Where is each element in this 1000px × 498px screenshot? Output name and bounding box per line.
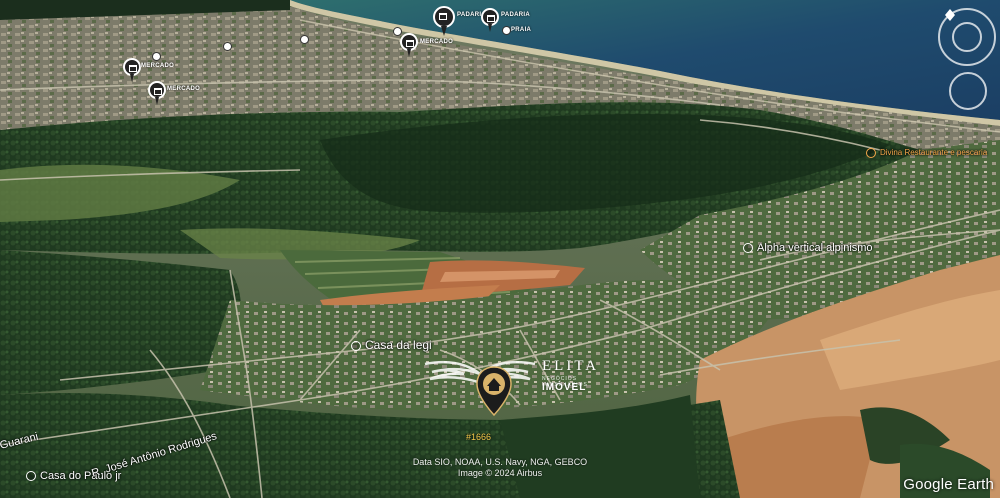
place-divina[interactable]: Divina Restaurante e pescaria [866,148,987,158]
zoom-control[interactable] [949,72,987,110]
compass-control[interactable] [938,8,996,66]
praia-label: PRAIA [511,27,532,33]
place-alpha-vertical[interactable]: Alpha vertical alpinismo [743,242,873,254]
poi-pin-small[interactable] [223,42,232,51]
property-pin-icon[interactable] [475,365,513,417]
poi-pin-small[interactable] [152,52,161,61]
brand-subname: IMÓVEL [542,382,587,393]
place-casa-da-legi[interactable]: Casa da legi [351,338,432,352]
place-marker-icon [26,471,36,482]
north-arrow-icon [945,9,955,21]
mercado-pin-3[interactable] [123,58,141,82]
brand-name: ELITA [542,358,600,374]
padaria-pin-2[interactable] [481,8,499,32]
attribution-line-1: Data SIO, NOAA, U.S. Navy, NGA, GEBCO [412,457,588,467]
place-marker-icon [866,148,876,158]
place-marker-icon [743,243,753,254]
place-alpha-vertical-label: Alpha vertical alpinismo [757,242,873,254]
mercado-label-3: MERCADO [141,63,175,69]
mercado-pin-2[interactable] [148,81,166,105]
place-divina-label: Divina Restaurante e pescaria [880,148,988,158]
map-view[interactable]: PADARIA PADARIA MERCADO MERCADO MERCADO … [0,0,1000,498]
lot-label: #1666 [466,432,492,442]
place-marker-icon [351,340,361,351]
map-attribution: Data SIO, NOAA, U.S. Navy, NGA, GEBCO Im… [400,457,600,479]
mercado-label-2: MERCADO [167,86,201,92]
compass-inner-ring [952,22,982,52]
mercado-label: MERCADO [420,39,454,45]
zoom-icon [949,72,987,110]
padaria-label-2: PADARIA [501,12,530,18]
bakery-icon [433,6,455,28]
poi-pin-small[interactable] [393,27,402,36]
mercado-pin[interactable] [400,33,418,57]
google-earth-logo: Google Earth [903,476,994,493]
place-casa-da-legi-label: Casa da legi [365,338,432,352]
attribution-line-2: Image © 2024 Airbus [457,468,543,478]
praia-pin[interactable] [502,26,511,35]
poi-pin-small[interactable] [300,35,309,44]
padaria-pin[interactable] [433,6,455,36]
